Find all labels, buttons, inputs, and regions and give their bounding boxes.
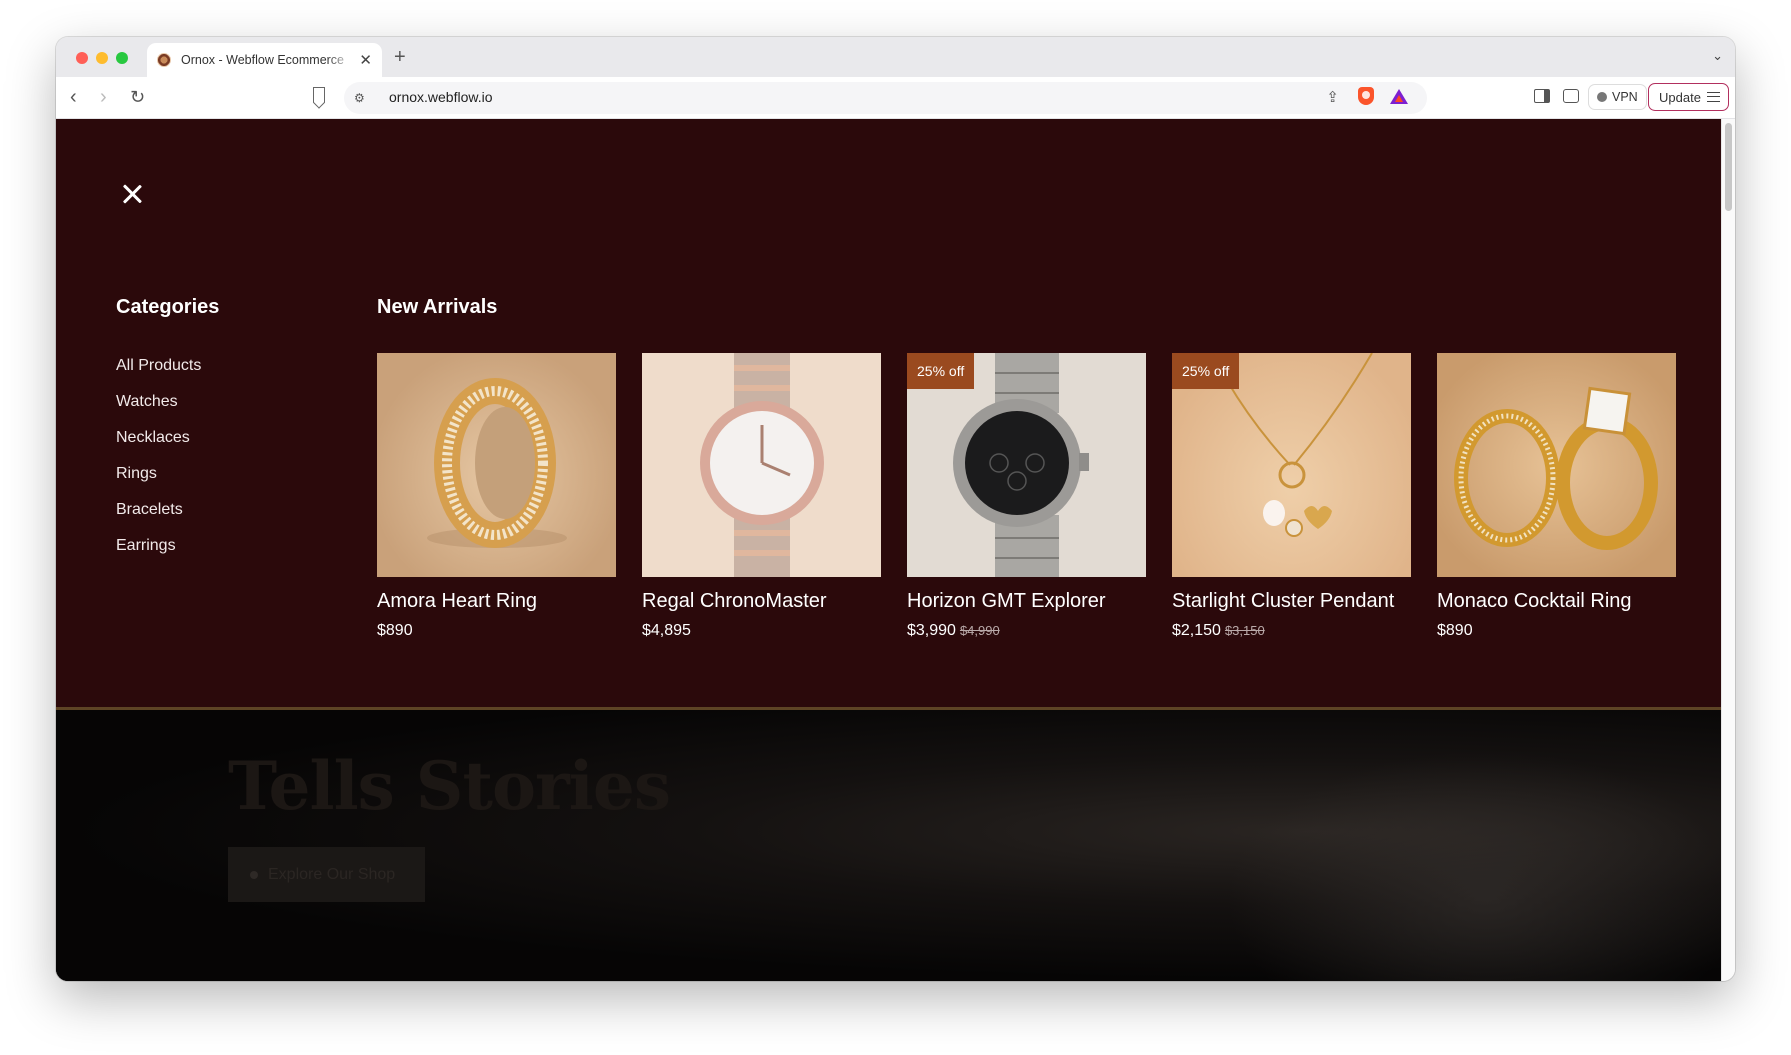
close-window-button[interactable] xyxy=(76,52,88,64)
sidebar-toggle-icon[interactable] xyxy=(1534,89,1550,103)
share-icon[interactable]: ⇪ xyxy=(1326,88,1339,106)
chevron-down-icon[interactable]: ⌄ xyxy=(1712,48,1723,64)
tab-title: Ornox - Webflow Ecommerce xyxy=(181,53,345,67)
back-button[interactable]: ‹ xyxy=(70,86,77,108)
price-original: $3,150 xyxy=(1224,623,1265,638)
categories-heading: Categories xyxy=(116,296,220,318)
vpn-label: VPN xyxy=(1612,90,1638,104)
browser-tab[interactable]: Ornox - Webflow Ecommerce ✕ xyxy=(147,43,382,77)
product-card[interactable]: 25% off Horizon GMT Explorer $3,990 $4,99… xyxy=(907,353,1146,640)
ring-image-icon xyxy=(1454,386,1658,550)
page-scrollbar[interactable] xyxy=(1721,119,1735,981)
product-card[interactable]: Amora Heart Ring $890 xyxy=(377,353,616,640)
close-icon[interactable] xyxy=(120,182,144,206)
discount-badge: 25% off xyxy=(1172,353,1240,389)
product-price: $3,990 $4,990 xyxy=(907,622,1146,640)
site-favicon-icon xyxy=(157,53,171,67)
product-price: $2,150 $3,150 xyxy=(1172,622,1411,640)
product-card[interactable]: Monaco Cocktail Ring $890 xyxy=(1437,353,1676,640)
update-label: Update xyxy=(1659,89,1701,105)
mega-menu-panel: Categories All Products Watches Necklace… xyxy=(56,119,1721,710)
wallet-icon[interactable] xyxy=(1563,89,1579,103)
explore-shop-label: Explore Our Shop xyxy=(268,865,396,883)
browser-toolbar: ‹ › ↻ ⚙ ornox.webflow.io ⇪ VPN Update xyxy=(56,77,1735,119)
category-link[interactable]: All Products xyxy=(116,356,201,392)
product-price: $890 xyxy=(377,622,616,640)
browser-window: Ornox - Webflow Ecommerce ✕ + ⌄ ‹ › ↻ ⚙ … xyxy=(56,37,1735,981)
tab-close-icon[interactable]: ✕ xyxy=(359,51,372,69)
address-bar[interactable]: ⚙ ornox.webflow.io ⇪ xyxy=(344,82,1427,114)
ring-image-icon xyxy=(427,378,567,548)
category-link[interactable]: Bracelets xyxy=(116,500,201,536)
price-current: $3,990 xyxy=(907,622,956,639)
vpn-status-icon xyxy=(1597,92,1607,102)
product-image[interactable]: 25% off xyxy=(907,353,1146,577)
brave-shields-icon[interactable] xyxy=(1358,87,1374,105)
category-link[interactable]: Rings xyxy=(116,464,201,500)
site-settings-icon[interactable]: ⚙ xyxy=(354,91,365,105)
product-name[interactable]: Amora Heart Ring xyxy=(377,590,616,613)
product-name[interactable]: Horizon GMT Explorer xyxy=(907,590,1146,613)
price-current: $4,895 xyxy=(642,622,691,639)
hero-title: Tells Stories xyxy=(228,747,671,825)
hero-section: Tells Stories Explore Our Shop xyxy=(56,709,1721,981)
hamburger-menu-icon xyxy=(1706,92,1720,102)
url-text[interactable]: ornox.webflow.io xyxy=(389,89,493,105)
product-image[interactable]: 25% off xyxy=(1172,353,1411,577)
category-link[interactable]: Watches xyxy=(116,392,201,428)
product-cards: Amora Heart Ring $890 Regal ChronoMaster… xyxy=(377,353,1676,640)
product-card[interactable]: Regal ChronoMaster $4,895 xyxy=(642,353,881,640)
hero-background-image xyxy=(1226,749,1721,981)
product-name[interactable]: Regal ChronoMaster xyxy=(642,590,881,613)
watch-image-icon xyxy=(700,353,824,577)
tab-strip: Ornox - Webflow Ecommerce ✕ + ⌄ xyxy=(56,37,1735,77)
price-current: $890 xyxy=(377,622,413,639)
categories-list: All Products Watches Necklaces Rings Bra… xyxy=(116,356,201,572)
price-original: $4,990 xyxy=(959,623,1000,638)
scrollbar-thumb[interactable] xyxy=(1725,123,1732,211)
product-image[interactable] xyxy=(642,353,881,577)
new-arrivals-heading: New Arrivals xyxy=(377,296,498,318)
dot-icon xyxy=(250,870,258,879)
maximize-window-button[interactable] xyxy=(116,52,128,64)
vpn-button[interactable]: VPN xyxy=(1588,84,1647,110)
page-viewport: Tells Stories Explore Our Shop Categorie… xyxy=(56,119,1721,981)
product-price: $4,895 xyxy=(642,622,881,640)
product-card[interactable]: 25% off Starlight Cluster Pendant $2,150… xyxy=(1172,353,1411,640)
explore-shop-button[interactable]: Explore Our Shop xyxy=(228,847,425,902)
forward-button[interactable]: › xyxy=(100,86,107,108)
category-link[interactable]: Earrings xyxy=(116,536,201,572)
price-current: $890 xyxy=(1437,622,1473,639)
product-image[interactable] xyxy=(1437,353,1676,577)
update-button[interactable]: Update xyxy=(1648,83,1729,111)
reload-button[interactable]: ↻ xyxy=(130,86,145,108)
bookmark-icon[interactable] xyxy=(313,87,325,103)
category-link[interactable]: Necklaces xyxy=(116,428,201,464)
minimize-window-button[interactable] xyxy=(96,52,108,64)
product-name[interactable]: Monaco Cocktail Ring xyxy=(1437,590,1676,613)
price-current: $2,150 xyxy=(1172,622,1221,639)
product-image[interactable] xyxy=(377,353,616,577)
new-tab-button[interactable]: + xyxy=(394,46,406,69)
brave-rewards-icon[interactable] xyxy=(1390,89,1408,104)
product-price: $890 xyxy=(1437,622,1676,640)
product-name[interactable]: Starlight Cluster Pendant xyxy=(1172,590,1411,613)
discount-badge: 25% off xyxy=(907,353,975,389)
